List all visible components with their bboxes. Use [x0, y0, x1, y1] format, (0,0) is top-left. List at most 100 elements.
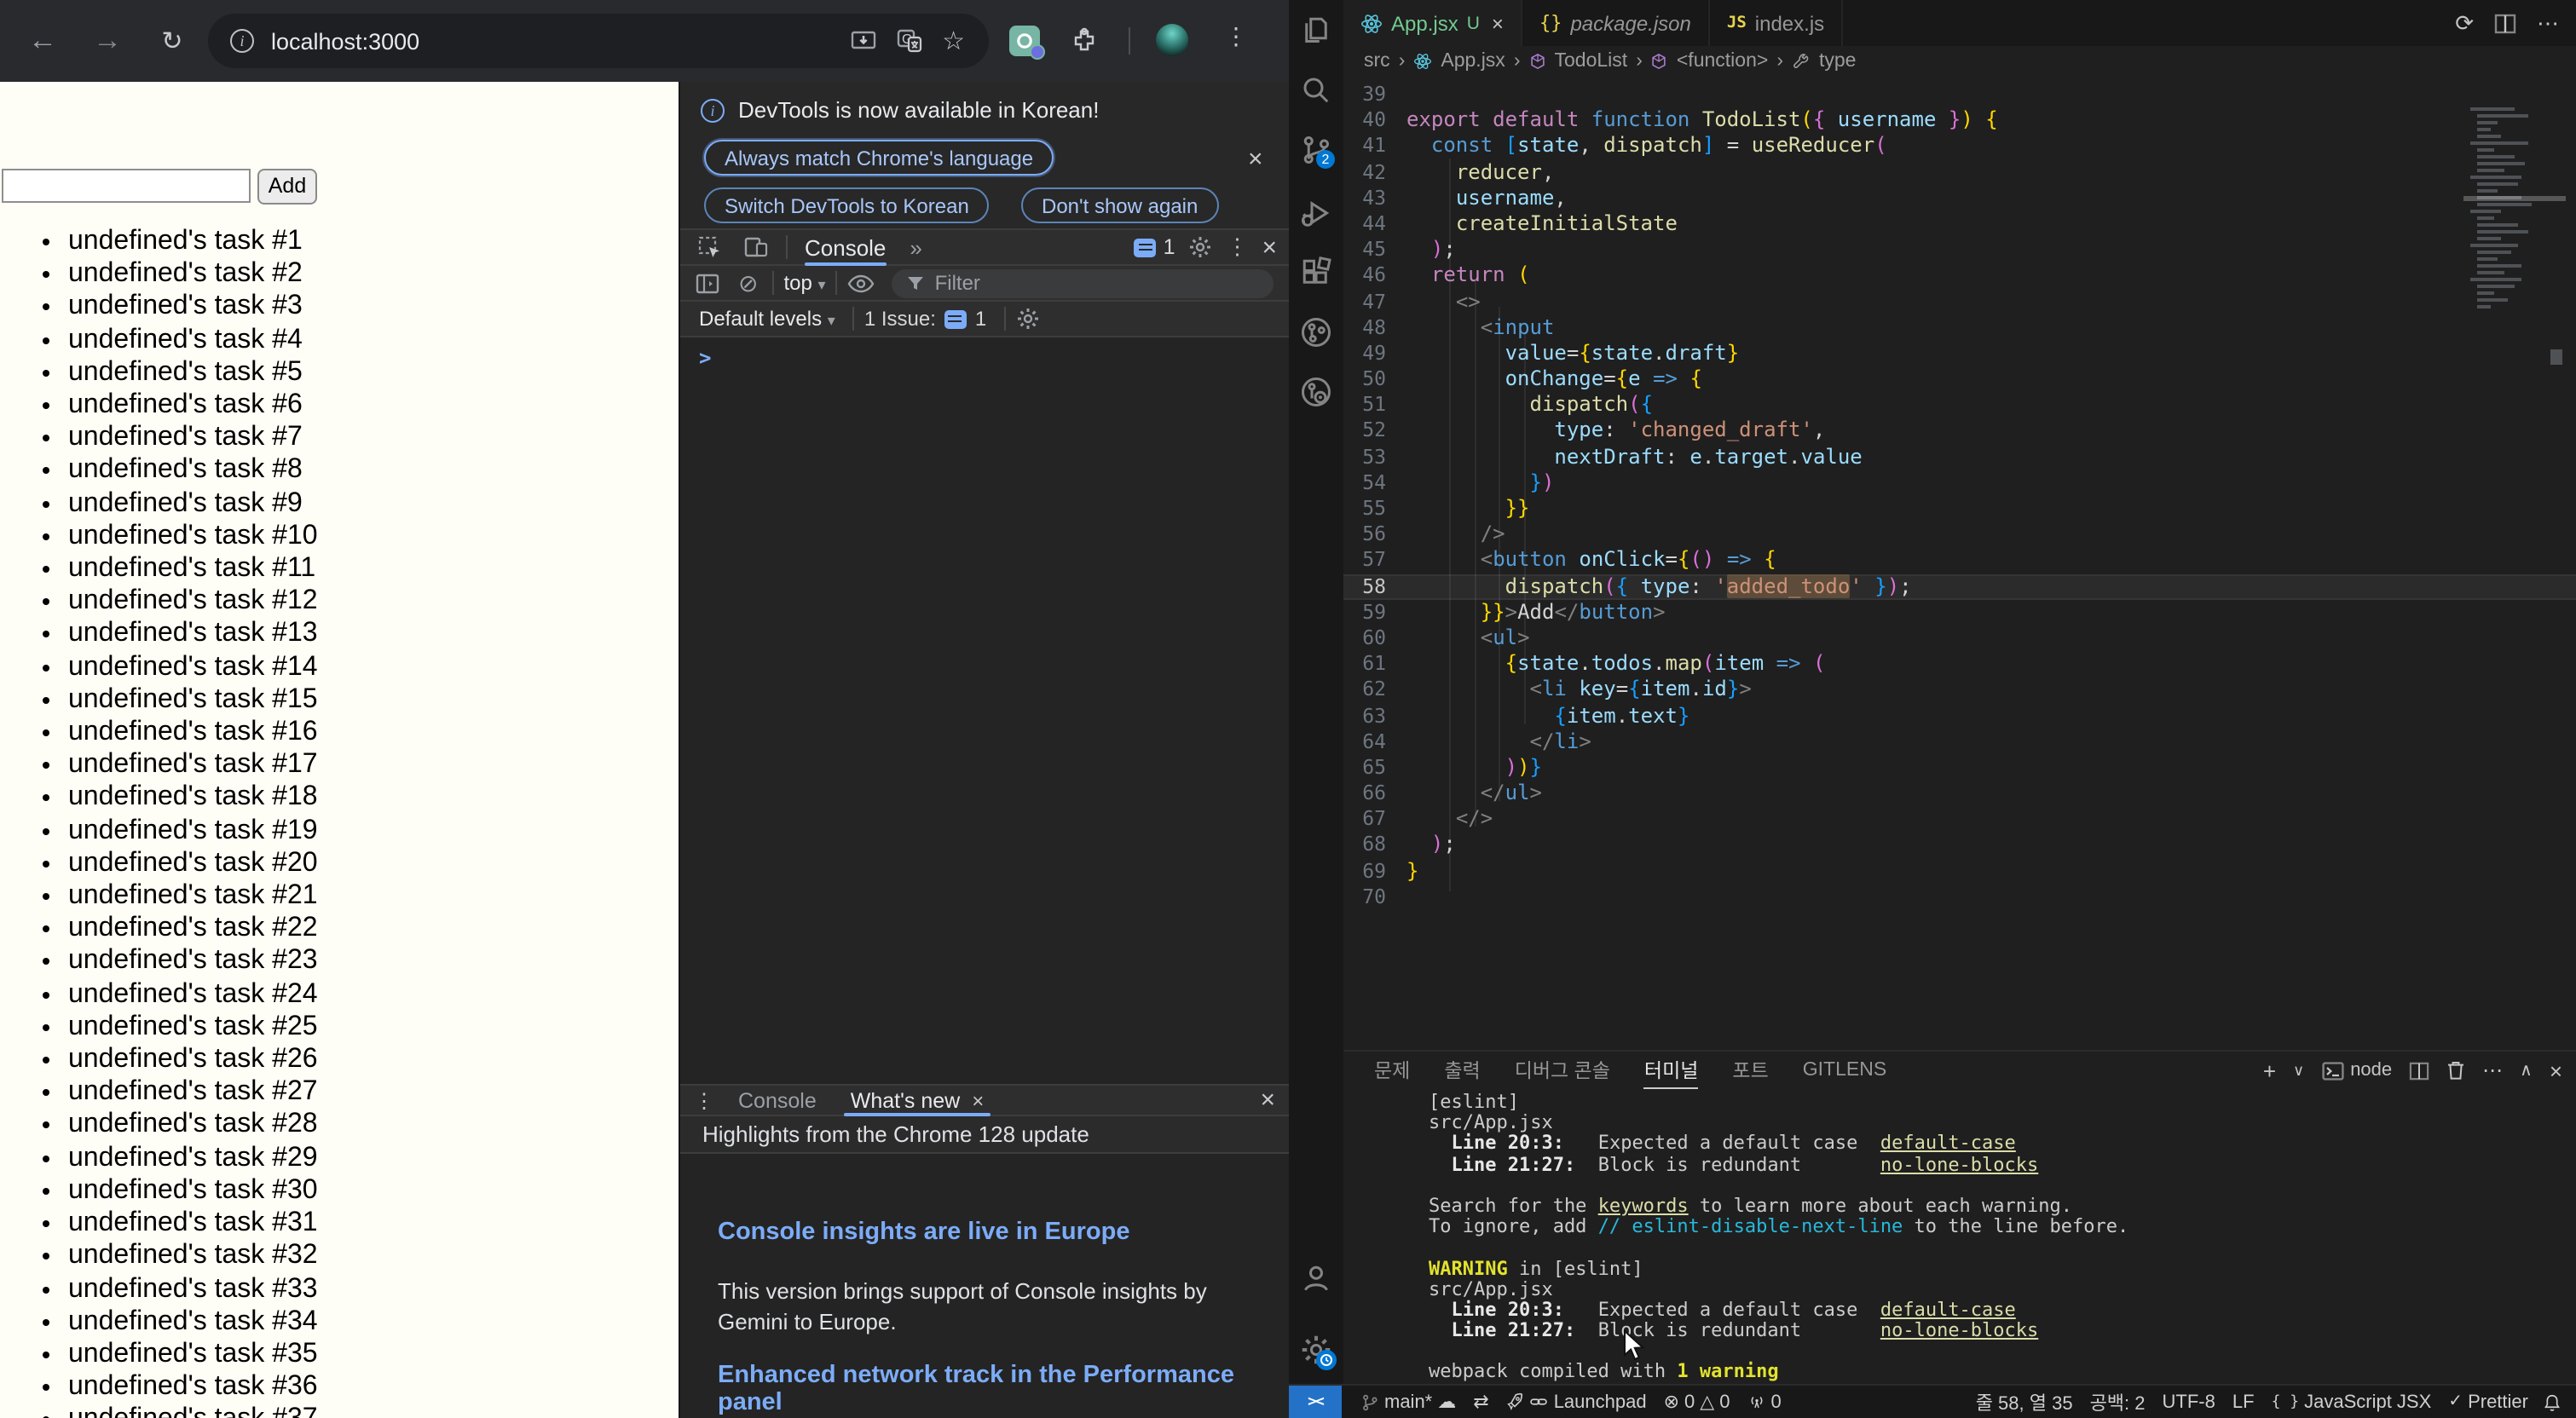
- run-debug-icon[interactable]: [1299, 196, 1333, 230]
- forward-button[interactable]: →: [85, 19, 130, 63]
- panel-tab-output[interactable]: 출력: [1444, 1052, 1480, 1089]
- back-button[interactable]: ←: [20, 19, 65, 63]
- devtools-tab-console[interactable]: Console: [805, 228, 887, 266]
- devtools-close-icon[interactable]: ×: [1262, 234, 1277, 260]
- close-panel-icon[interactable]: ×: [2550, 1058, 2562, 1083]
- code-line[interactable]: 42 reducer,: [1343, 159, 2576, 185]
- code-line[interactable]: 45 );: [1343, 237, 2576, 262]
- encoding-status[interactable]: UTF-8: [2154, 1392, 2224, 1412]
- console-message-count[interactable]: 1: [1134, 235, 1175, 259]
- whats-new-section1-title[interactable]: Console insights are live in Europe: [718, 1219, 1263, 1246]
- panel-tab-debug-console[interactable]: 디버그 콘솔: [1515, 1052, 1610, 1089]
- site-info-icon[interactable]: i: [230, 29, 254, 53]
- new-terminal-icon[interactable]: +: [2263, 1058, 2276, 1083]
- terminal-output[interactable]: [eslint] src/App.jsx Line 20:3: Expected …: [1429, 1092, 2554, 1404]
- tab-app-jsx[interactable]: App.jsx U ×: [1343, 0, 1522, 46]
- issues-counter[interactable]: 1 Issue: 1: [864, 307, 986, 331]
- code-line[interactable]: 66 </ul>: [1343, 781, 2576, 806]
- formatter-status[interactable]: ✓ Prettier: [2440, 1392, 2537, 1412]
- notification-action-1[interactable]: Always match Chrome's language: [704, 140, 1054, 176]
- drawer-close-icon[interactable]: ×: [1260, 1087, 1275, 1113]
- devtools-menu-icon[interactable]: ⋮: [1226, 233, 1248, 261]
- drawer-tab-close-icon[interactable]: ×: [972, 1090, 984, 1110]
- add-task-button[interactable]: Add: [257, 168, 317, 204]
- tab-package-json[interactable]: {} package.json: [1522, 0, 1710, 46]
- code-line[interactable]: 53 nextDraft: e.target.value: [1343, 444, 2576, 470]
- filter-input[interactable]: Filter: [892, 268, 1274, 297]
- remote-indicator[interactable]: ><: [1289, 1386, 1342, 1418]
- url-text[interactable]: localhost:3000: [271, 28, 419, 54]
- code-line[interactable]: 57 <button onClick={() => {: [1343, 548, 2576, 574]
- console-sidebar-icon[interactable]: [696, 272, 719, 294]
- log-levels-selector[interactable]: Default levels ▾: [699, 307, 835, 331]
- code-line[interactable]: 40 export default function TodoList({ use…: [1343, 107, 2576, 133]
- panel-tab-terminal[interactable]: 터미널: [1643, 1052, 1698, 1089]
- accounts-icon[interactable]: [1299, 1261, 1333, 1295]
- search-icon[interactable]: [1299, 73, 1333, 107]
- terminal-dropdown-icon[interactable]: ∨: [2293, 1061, 2304, 1080]
- explorer-icon[interactable]: [1299, 14, 1333, 48]
- code-line[interactable]: 62 <li key={item.id}>: [1343, 677, 2576, 703]
- code-line[interactable]: 44 createInitialState: [1343, 211, 2576, 237]
- notification-close-icon[interactable]: ×: [1248, 147, 1263, 172]
- code-line[interactable]: 49 value={state.draft}: [1343, 341, 2576, 366]
- code-line[interactable]: 68 );: [1343, 833, 2576, 858]
- code-line[interactable]: 46 return (: [1343, 263, 2576, 289]
- chatgpt-extension-icon[interactable]: [1009, 26, 1045, 60]
- inspect-element-icon[interactable]: [697, 234, 723, 260]
- code-line[interactable]: 39: [1343, 82, 2576, 107]
- code-editor[interactable]: 39 40 export default function TodoList({ u…: [1343, 77, 2576, 1050]
- minimap[interactable]: [2463, 107, 2566, 329]
- extensions-puzzle-icon[interactable]: [1071, 27, 1098, 55]
- drawer-menu-icon[interactable]: ⋮: [694, 1088, 714, 1112]
- gitlens-icon[interactable]: [1299, 315, 1333, 349]
- terminal-instance[interactable]: node: [2321, 1060, 2392, 1081]
- code-line[interactable]: 67 </>: [1343, 807, 2576, 833]
- indentation-status[interactable]: 공백: 2: [2082, 1388, 2154, 1415]
- compare-changes-icon[interactable]: ⟳: [2455, 9, 2474, 37]
- code-line[interactable]: 52 type: 'changed_draft',: [1343, 418, 2576, 444]
- whats-new-section2-title[interactable]: Enhanced network track in the Performanc…: [718, 1362, 1280, 1416]
- address-bar[interactable]: i localhost:3000 G ☆: [208, 14, 989, 68]
- console-settings-icon[interactable]: [1015, 307, 1039, 331]
- notification-action-3[interactable]: Don't show again: [1021, 187, 1219, 223]
- code-line[interactable]: 58 dispatch({ type: 'added_todo' });: [1343, 574, 2576, 600]
- eol-status[interactable]: LF: [2224, 1392, 2263, 1412]
- code-line[interactable]: 60 <ul>: [1343, 625, 2576, 651]
- new-task-input[interactable]: [2, 169, 251, 203]
- drawer-tab-whats-new[interactable]: What's new ×: [843, 1084, 991, 1116]
- compare-icon[interactable]: ⇄: [1464, 1391, 1497, 1413]
- code-line[interactable]: 70: [1343, 885, 2576, 910]
- split-editor-icon[interactable]: [2494, 13, 2516, 33]
- git-branch-status[interactable]: main* ☁: [1352, 1391, 1464, 1413]
- code-line[interactable]: 59 }}>Add</button>: [1343, 600, 2576, 625]
- extensions-icon[interactable]: [1299, 256, 1333, 290]
- code-line[interactable]: 69}: [1343, 858, 2576, 884]
- notifications-bell-icon[interactable]: [2542, 1392, 2562, 1412]
- problems-status[interactable]: ⊗ 0 △ 0: [1655, 1391, 1739, 1413]
- code-line[interactable]: 54 }): [1343, 470, 2576, 496]
- install-app-icon[interactable]: [850, 29, 875, 53]
- code-line[interactable]: 55 }}: [1343, 496, 2576, 522]
- editor-more-actions-icon[interactable]: ⋯: [2537, 9, 2559, 37]
- panel-tab-ports[interactable]: 포트: [1732, 1052, 1768, 1089]
- browser-menu-icon[interactable]: ⋮: [1224, 22, 1248, 51]
- more-tabs-icon[interactable]: »: [910, 234, 921, 260]
- kill-terminal-trash-icon[interactable]: [2446, 1060, 2465, 1081]
- code-line[interactable]: 65 ))}: [1343, 755, 2576, 781]
- code-line[interactable]: 51 dispatch({: [1343, 393, 2576, 418]
- code-line[interactable]: 64 </li>: [1343, 729, 2576, 754]
- code-line[interactable]: 56 />: [1343, 522, 2576, 547]
- code-line[interactable]: 48 <input: [1343, 314, 2576, 340]
- code-line[interactable]: 61 {state.todos.map(item => (: [1343, 651, 2576, 677]
- tab-close-icon[interactable]: ×: [1492, 11, 1504, 35]
- drawer-tab-console[interactable]: Console: [738, 1088, 817, 1112]
- live-expression-eye-icon[interactable]: [848, 274, 875, 292]
- code-line[interactable]: 43 username,: [1343, 186, 2576, 211]
- context-selector[interactable]: top ▾: [783, 271, 825, 295]
- translate-icon[interactable]: G: [896, 29, 921, 53]
- reload-button[interactable]: ↻: [150, 19, 194, 63]
- device-toolbar-icon[interactable]: [743, 235, 769, 259]
- code-line[interactable]: 50 onChange={e => {: [1343, 366, 2576, 392]
- breadcrumb[interactable]: src › App.jsx › TodoList › <function> › type: [1343, 46, 2576, 77]
